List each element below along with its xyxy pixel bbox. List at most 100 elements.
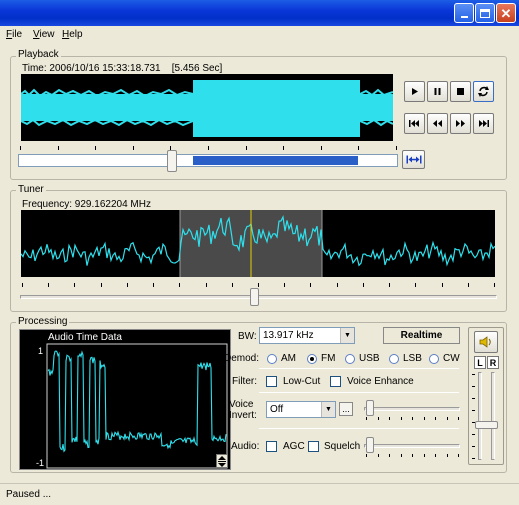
- volume-slider-thumb[interactable]: [475, 421, 498, 429]
- demod-radio-cw[interactable]: [429, 354, 439, 364]
- pause-icon: [434, 88, 441, 95]
- voice-invert-slider-thumb[interactable]: [366, 400, 374, 416]
- separator-1: [259, 368, 459, 369]
- tick-mark: [400, 417, 402, 420]
- rewind-icon: [433, 120, 442, 127]
- pause-button[interactable]: [427, 81, 448, 102]
- voice-enhance-checkbox[interactable]: [330, 376, 341, 387]
- demod-label-am: AM: [281, 353, 296, 364]
- tick-mark: [366, 417, 367, 420]
- tick-mark: [446, 417, 448, 420]
- rewind-button[interactable]: [427, 113, 448, 134]
- voice-invert-slider-track[interactable]: [364, 407, 460, 411]
- tick-mark: [208, 146, 209, 150]
- minimize-button[interactable]: [454, 3, 474, 23]
- audio-time-svg: [46, 343, 228, 469]
- volume-left-track[interactable]: [478, 372, 482, 460]
- voice-invert-dropdown-icon: ▼: [321, 402, 335, 417]
- audio-plot-scroll-button[interactable]: [216, 454, 228, 468]
- tick-mark: [458, 454, 459, 457]
- tick-mark: [126, 283, 128, 287]
- volume-r-label-box: R: [487, 356, 499, 369]
- volume-right-track[interactable]: [491, 372, 495, 460]
- demod-label-lsb: LSB: [403, 353, 422, 364]
- skip-end-button[interactable]: [473, 113, 494, 134]
- tick-mark: [320, 146, 322, 150]
- tick-mark: [179, 283, 181, 287]
- skip-start-button[interactable]: [404, 113, 425, 134]
- playback-time: Time: 2006/10/16 15:33:18.731 [5.456 Sec…: [22, 63, 223, 74]
- realtime-indicator: Realtime: [383, 327, 460, 344]
- bw-value: 13.917 kHz: [263, 330, 314, 341]
- squelch-slider-thumb[interactable]: [366, 437, 374, 453]
- title-bar[interactable]: ✕: [0, 0, 519, 26]
- waveform-segment-right: [360, 94, 393, 121]
- menu-view[interactable]: View: [33, 29, 55, 40]
- speaker-icon: [479, 336, 491, 348]
- audio-time-plot: Audio Time Data 1 -1: [19, 329, 231, 470]
- squelch-slider-track[interactable]: [364, 444, 460, 448]
- playback-position-thumb[interactable]: [166, 150, 177, 172]
- tick-mark: [472, 434, 475, 435]
- play-button[interactable]: [404, 81, 425, 102]
- zoom-selection-button[interactable]: [402, 150, 425, 169]
- tuner-slider-thumb[interactable]: [249, 288, 259, 306]
- lowcut-label: Low-Cut: [283, 376, 321, 387]
- tick-mark: [435, 417, 436, 420]
- playback-waveform[interactable]: [21, 74, 393, 141]
- demod-radio-lsb[interactable]: [389, 354, 399, 364]
- tick-mark: [389, 417, 390, 420]
- tick-mark: [472, 398, 475, 399]
- tick-mark: [472, 422, 475, 423]
- playback-selection-bar: [192, 156, 359, 165]
- demod-label-fm: FM: [321, 353, 336, 364]
- tick-mark: [245, 146, 247, 150]
- menu-help[interactable]: Help: [62, 29, 83, 40]
- demod-radio-fm[interactable]: [307, 354, 317, 364]
- skip-end-icon: [479, 120, 489, 127]
- mute-button[interactable]: [474, 331, 498, 353]
- status-bar: Paused ...: [0, 483, 519, 505]
- squelch-checkbox[interactable]: [308, 441, 319, 452]
- menu-file[interactable]: File: [6, 29, 22, 40]
- fast-forward-button[interactable]: [450, 113, 471, 134]
- stop-icon: [457, 88, 464, 95]
- tick-mark: [358, 146, 360, 150]
- volume-l-label: L: [477, 357, 483, 368]
- tick-mark: [48, 283, 50, 287]
- voice-invert-select[interactable]: Off ▼: [266, 401, 336, 418]
- demod-radio-usb[interactable]: [345, 354, 355, 364]
- tick-mark: [472, 446, 475, 447]
- voice-invert-settings-button[interactable]: ...: [339, 402, 353, 416]
- bw-select[interactable]: 13.917 kHz ▼: [259, 327, 355, 344]
- tick-mark: [366, 454, 367, 457]
- lowcut-checkbox[interactable]: [266, 376, 277, 387]
- tick-mark: [458, 417, 459, 420]
- tick-mark: [284, 283, 286, 287]
- tick-mark: [205, 283, 207, 287]
- spectrum-svg: [21, 210, 495, 277]
- maximize-icon: [480, 8, 490, 18]
- tick-mark: [423, 454, 425, 457]
- tick-mark: [310, 283, 312, 287]
- menu-file-label: ile: [12, 29, 23, 40]
- close-button[interactable]: ✕: [496, 3, 516, 23]
- tick-mark: [423, 417, 425, 420]
- play-icon: [412, 88, 418, 95]
- voice-enhance-label: Voice Enhance: [347, 376, 414, 387]
- stop-button[interactable]: [450, 81, 471, 102]
- agc-checkbox[interactable]: [266, 441, 277, 452]
- tick-mark: [283, 146, 285, 150]
- tick-mark: [435, 454, 436, 457]
- realtime-label: Realtime: [400, 330, 443, 341]
- voice-invert-value: Off: [270, 404, 284, 415]
- tuner-frequency: Frequency: 929.162204 MHz: [22, 199, 151, 210]
- tick-mark: [377, 454, 379, 457]
- tuner-spectrum[interactable]: [21, 210, 495, 277]
- demod-radio-am[interactable]: [267, 354, 277, 364]
- maximize-button[interactable]: [475, 3, 495, 23]
- tick-mark: [20, 146, 21, 150]
- waveform-segment-left: [21, 94, 193, 121]
- demod-label: Demod:: [224, 353, 260, 364]
- loop-button[interactable]: [473, 81, 494, 102]
